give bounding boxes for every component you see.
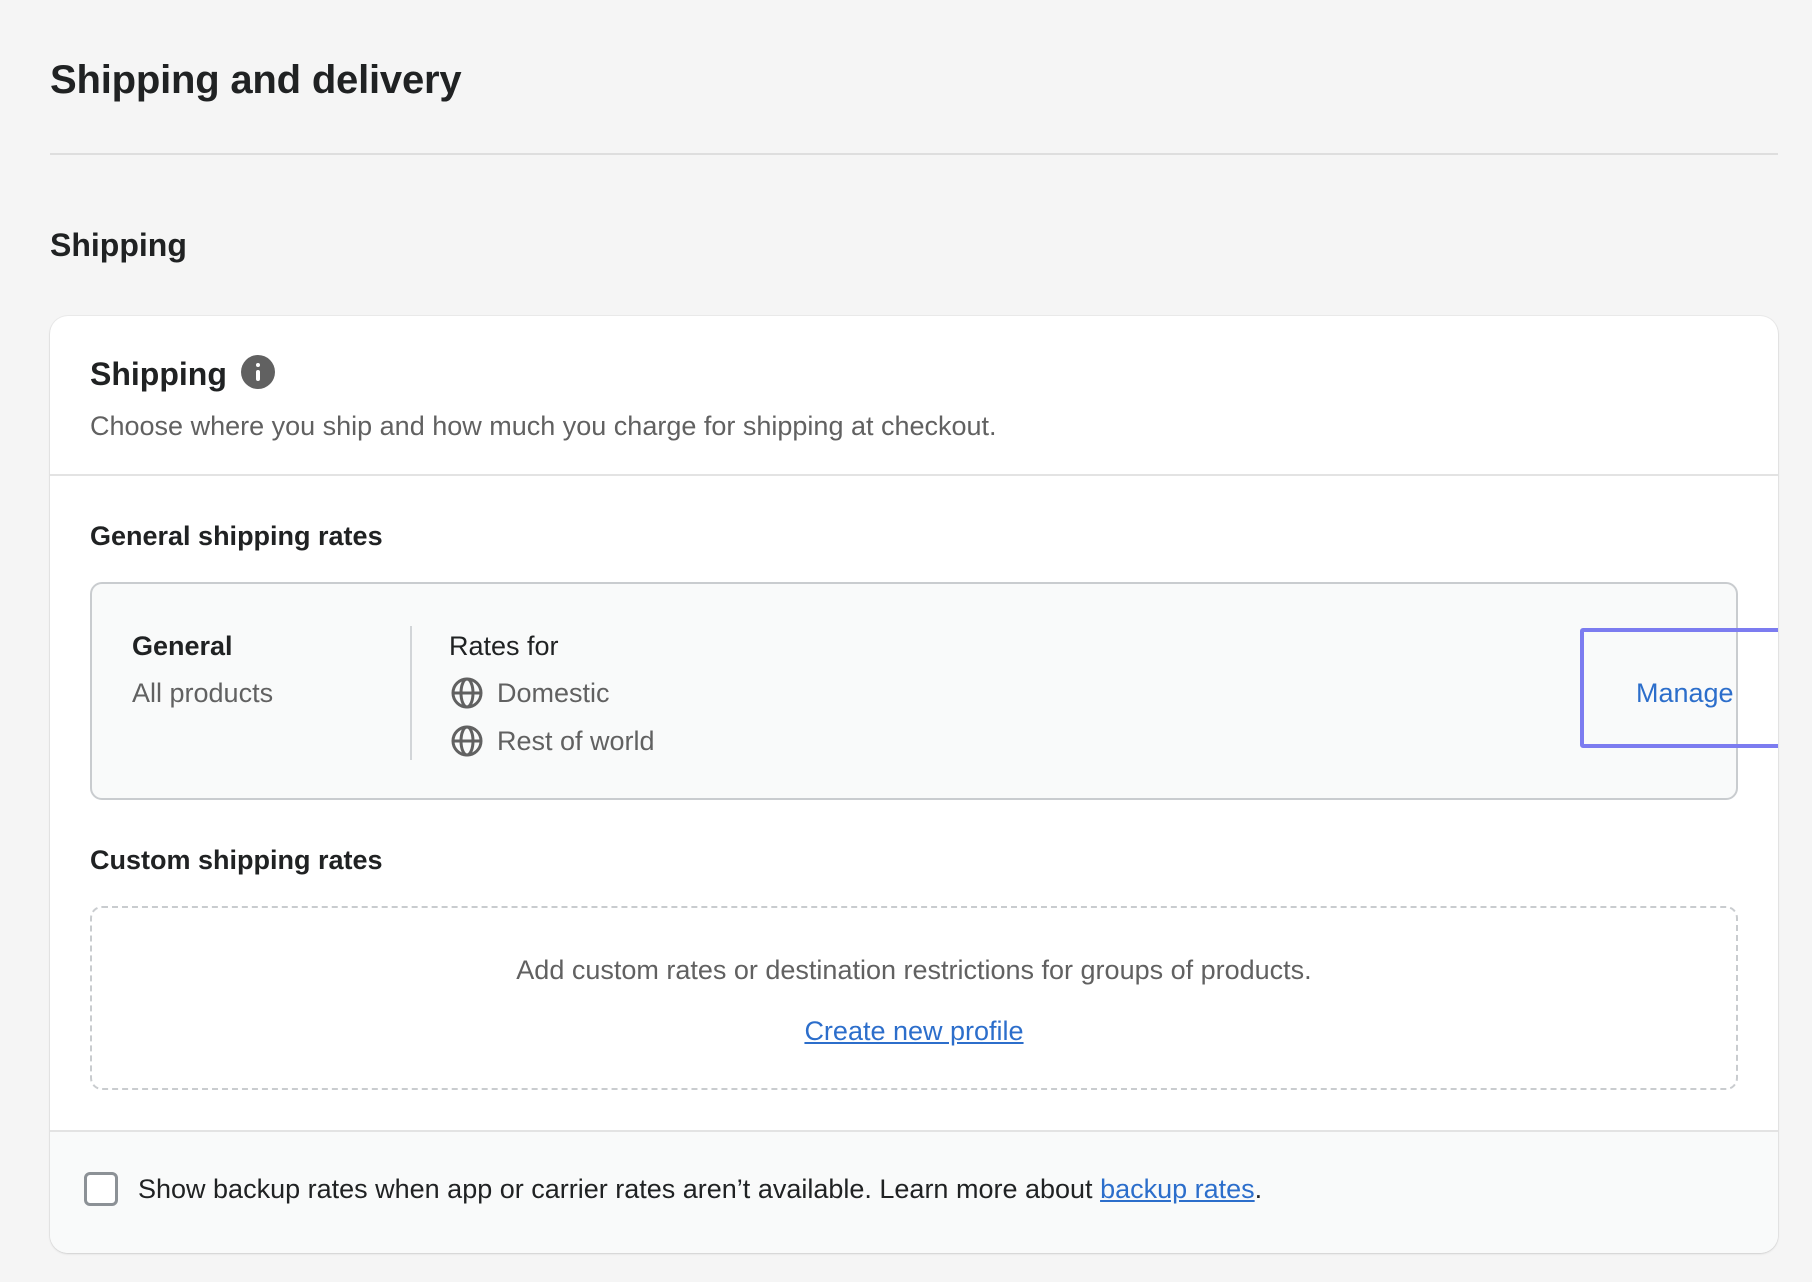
custom-rates-description: Add custom rates or destination restrict…	[516, 955, 1312, 985]
globe-icon	[451, 677, 483, 709]
zone-label: Domestic	[497, 678, 610, 708]
card-subtitle: Choose where you ship and how much you c…	[90, 411, 997, 441]
custom-rates-box: Add custom rates or destination restrict…	[90, 906, 1738, 1090]
section-heading: Shipping	[50, 227, 187, 263]
create-profile-row: Create new profile	[92, 1011, 1736, 1051]
custom-rates-heading: Custom shipping rates	[90, 845, 383, 875]
profile-name: General	[132, 631, 233, 661]
general-profile-box: General All products Rates for Domestic …	[90, 582, 1778, 800]
zone-rest-of-world: Rest of world	[449, 721, 655, 761]
rates-for-label: Rates for	[449, 631, 559, 661]
backup-rates-label: Show backup rates when app or carrier ra…	[138, 1174, 1093, 1204]
title-divider	[50, 153, 1778, 155]
create-new-profile-link[interactable]: Create new profile	[804, 1016, 1023, 1046]
globe-icon	[451, 725, 483, 757]
general-rates-heading: General shipping rates	[90, 521, 383, 551]
card-footer: Show backup rates when app or carrier ra…	[50, 1130, 1778, 1253]
zone-domestic: Domestic	[449, 673, 610, 713]
backup-rates-checkbox[interactable]	[84, 1172, 118, 1206]
profile-scope: All products	[132, 678, 274, 708]
info-icon[interactable]	[241, 355, 275, 389]
card-title: Shipping	[90, 356, 227, 392]
manage-link[interactable]: Manage	[1636, 673, 1734, 713]
card-header: Shipping Choose where you ship and how m…	[50, 316, 1778, 476]
page-title: Shipping and delivery	[50, 58, 462, 102]
shipping-settings-page: Shipping and delivery Shipping Shipping …	[0, 0, 1812, 1282]
zone-label: Rest of world	[497, 726, 655, 756]
backup-rates-link[interactable]: backup rates	[1100, 1174, 1255, 1204]
profile-divider	[410, 626, 412, 760]
shipping-card: Shipping Choose where you ship and how m…	[50, 316, 1778, 1253]
backup-rates-period: .	[1254, 1174, 1263, 1204]
backup-rates-text: Show backup rates when app or carrier ra…	[138, 1169, 1262, 1209]
